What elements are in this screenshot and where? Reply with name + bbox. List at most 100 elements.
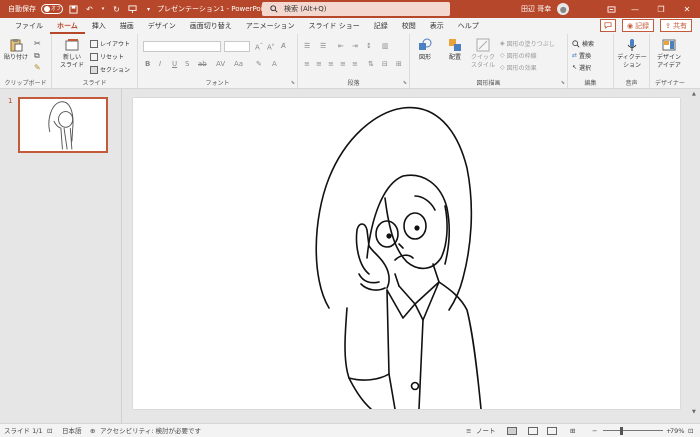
new-slide-button[interactable]: 新しい スライド [58, 38, 86, 70]
char-spacing-icon[interactable]: AV [216, 60, 225, 68]
search-box[interactable]: 検索 (Alt+Q) [262, 2, 450, 16]
dropdown-chevron-icon[interactable]: ▾ [100, 4, 106, 15]
italic-icon[interactable]: I [159, 60, 161, 68]
cut-icon[interactable]: ✂ [34, 39, 41, 48]
paste-button[interactable]: 貼り付け [4, 38, 28, 62]
replace-button[interactable]: ⇄ 置換 [572, 51, 591, 60]
zoom-slider[interactable] [603, 430, 663, 431]
slides-group: 新しい スライド レイアウト リセット セクション スライド [52, 34, 138, 89]
strikethrough-icon[interactable]: ab [198, 60, 207, 68]
copy-icon[interactable]: ⧉ [34, 51, 40, 61]
dictate-button[interactable]: ディクテー ション [616, 38, 648, 70]
tab-slideshow[interactable]: スライド ショー [302, 18, 367, 34]
distribute-icon[interactable]: ≡ [352, 60, 358, 68]
highlight-icon[interactable]: ✎ [256, 60, 262, 68]
shadow-icon[interactable]: S [185, 60, 189, 68]
zoom-out-icon[interactable]: − [592, 424, 597, 437]
underline-icon[interactable]: U [172, 60, 177, 68]
slideshow-icon[interactable]: ⊞ [570, 424, 575, 437]
align-right-icon[interactable]: ≡ [328, 60, 334, 68]
presenter-icon[interactable] [127, 4, 138, 15]
shape-effects-button[interactable]: ◇ 図形の効果 [500, 63, 537, 72]
find-button[interactable]: 検索 [572, 39, 594, 48]
text-direction-icon[interactable]: ⇅ [368, 60, 374, 68]
zoom-level[interactable]: 79% [670, 424, 684, 437]
font-color-icon[interactable]: A [272, 60, 277, 68]
design-ideas-button[interactable]: デザイン アイデア [652, 38, 686, 70]
notes-icon[interactable]: ≡ [466, 424, 471, 437]
redo-icon[interactable]: ↻ [111, 4, 122, 15]
slide-canvas[interactable] [133, 98, 680, 409]
clear-format-icon[interactable]: A̸ [281, 42, 286, 50]
increase-indent-icon[interactable]: ⇥ [352, 42, 358, 50]
record-button[interactable]: ◉ 記録 [622, 19, 655, 32]
tab-animations[interactable]: アニメーション [239, 18, 302, 34]
decrease-indent-icon[interactable]: ⇤ [338, 42, 344, 50]
reset-button[interactable]: リセット [90, 52, 124, 61]
minimize-icon[interactable]: — [624, 0, 646, 18]
fit-slide-icon[interactable]: ⊡ [688, 424, 693, 437]
columns-icon[interactable]: ▥ [382, 42, 389, 50]
quick-styles-button[interactable]: クイック スタイル [470, 38, 496, 70]
justify-icon[interactable]: ≡ [340, 60, 346, 68]
user-account[interactable]: 田辺 哥幸 ● [521, 0, 570, 18]
smartart-icon[interactable]: ⊞ [396, 60, 402, 68]
save-icon[interactable] [68, 4, 79, 15]
font-launcher-icon[interactable]: ⬊ [291, 80, 295, 86]
undo-icon[interactable]: ↶ [84, 4, 95, 15]
maximize-icon[interactable]: ❐ [650, 0, 672, 18]
scroll-down-icon[interactable]: ▼ [692, 409, 696, 415]
tab-home[interactable]: ホーム [50, 18, 85, 34]
tab-insert[interactable]: 挿入 [85, 18, 113, 34]
tab-transitions[interactable]: 画面切り替え [183, 18, 239, 34]
tab-view[interactable]: 表示 [423, 18, 451, 34]
tab-record[interactable]: 記録 [367, 18, 395, 34]
layout-button[interactable]: レイアウト [90, 39, 130, 48]
change-case-icon[interactable]: Aa [234, 60, 243, 68]
reading-view-icon[interactable] [547, 427, 557, 435]
tab-help[interactable]: ヘルプ [451, 18, 486, 34]
shape-fill-button[interactable]: ◈ 図形の塗りつぶし [500, 39, 555, 48]
spellcheck-icon[interactable]: ⊡ [47, 424, 52, 437]
tab-design[interactable]: デザイン [141, 18, 183, 34]
normal-view-icon[interactable] [507, 427, 517, 435]
select-button[interactable]: ↖ 選択 [572, 63, 591, 72]
slide-thumbnail[interactable] [18, 97, 108, 153]
scroll-up-icon[interactable]: ▲ [692, 91, 696, 97]
paragraph-launcher-icon[interactable]: ⬊ [403, 80, 407, 86]
share-button[interactable]: ⇪ 共有 [660, 19, 692, 32]
autosave-toggle[interactable]: オフ [41, 4, 63, 14]
comment-button[interactable] [600, 19, 617, 32]
align-text-icon[interactable]: ⊟ [382, 60, 388, 68]
grow-font-icon[interactable]: A^ [255, 42, 263, 51]
format-painter-icon[interactable]: ✎ [34, 63, 41, 72]
accessibility-status[interactable]: アクセシビリティ: 検討が必要です [100, 424, 201, 437]
font-size-box[interactable] [224, 41, 250, 52]
close-icon[interactable]: ✕ [676, 0, 698, 18]
slide-sorter-icon[interactable] [528, 427, 538, 435]
arrange-button[interactable]: 配置 [444, 38, 466, 62]
zoom-slider-thumb[interactable] [620, 427, 623, 435]
ribbon-display-icon[interactable] [600, 0, 622, 18]
bullets-icon[interactable]: ☰ [304, 42, 310, 50]
shape-outline-button[interactable]: ◇ 図形の枠線 [500, 51, 537, 60]
align-center-icon[interactable]: ≡ [316, 60, 322, 68]
vertical-scrollbar[interactable]: ▲ ▼ [690, 89, 700, 423]
tab-file[interactable]: ファイル [8, 18, 50, 34]
notes-button[interactable]: ノート [476, 424, 496, 437]
bold-icon[interactable]: B [145, 60, 150, 68]
shrink-font-icon[interactable]: Av [267, 42, 274, 51]
drawing-launcher-icon[interactable]: ⬊ [561, 80, 565, 86]
customize-qat-icon[interactable]: ▾ [143, 4, 154, 15]
tab-review[interactable]: 校閲 [395, 18, 423, 34]
font-name-box[interactable] [143, 41, 221, 52]
avatar[interactable]: ● [557, 3, 570, 15]
numbering-icon[interactable]: ☰ [320, 42, 326, 50]
accessibility-icon[interactable]: ⊕ [90, 424, 95, 437]
language-indicator[interactable]: 日本語 [62, 424, 82, 437]
line-spacing-icon[interactable]: ↕ [366, 42, 372, 50]
shapes-button[interactable]: 図形 [414, 38, 436, 62]
tab-draw[interactable]: 描画 [113, 18, 141, 34]
section-button[interactable]: セクション [90, 65, 130, 74]
align-left-icon[interactable]: ≡ [304, 60, 310, 68]
